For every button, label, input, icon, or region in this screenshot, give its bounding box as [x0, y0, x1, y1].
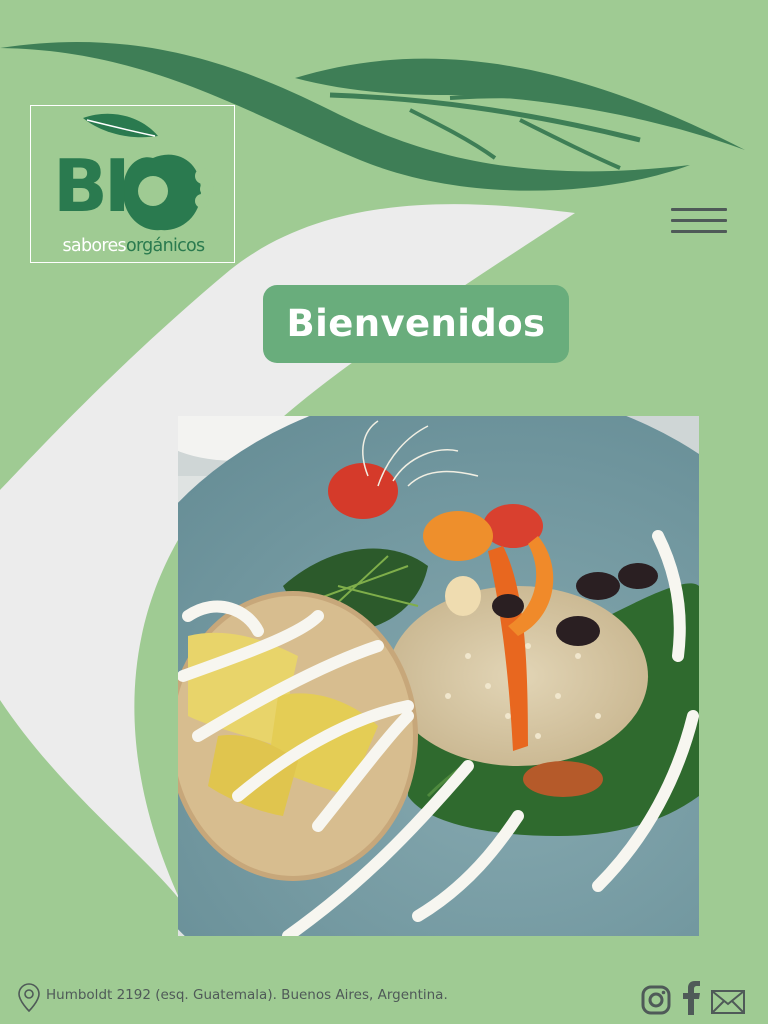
food-photo: [178, 416, 699, 936]
tagline-organicos: orgánicos: [125, 236, 205, 256]
address-text: Humboldt 2192 (esq. Guatemala). Buenos A…: [46, 987, 448, 1003]
facebook-icon[interactable]: [680, 980, 702, 1016]
leaf-vein: [449, 94, 561, 102]
welcome-button[interactable]: Bienvenidos: [263, 285, 569, 363]
leaf-vein: [519, 118, 621, 170]
envelope-icon[interactable]: [710, 989, 746, 1015]
logo-wordmark: BI: [53, 144, 131, 228]
address-bar: Humboldt 2192 (esq. Guatemala). Buenos A…: [14, 980, 448, 1016]
map-pin-icon: [18, 983, 40, 1013]
social-links: [640, 980, 752, 1020]
logo-tagline: saboresorgánicos: [35, 236, 232, 256]
brand-logo[interactable]: BI saboresorgánicos: [30, 105, 235, 263]
hamburger-menu-icon[interactable]: [669, 204, 729, 238]
instagram-icon[interactable]: [640, 984, 672, 1016]
tagline-sabores: sabores: [62, 236, 127, 256]
